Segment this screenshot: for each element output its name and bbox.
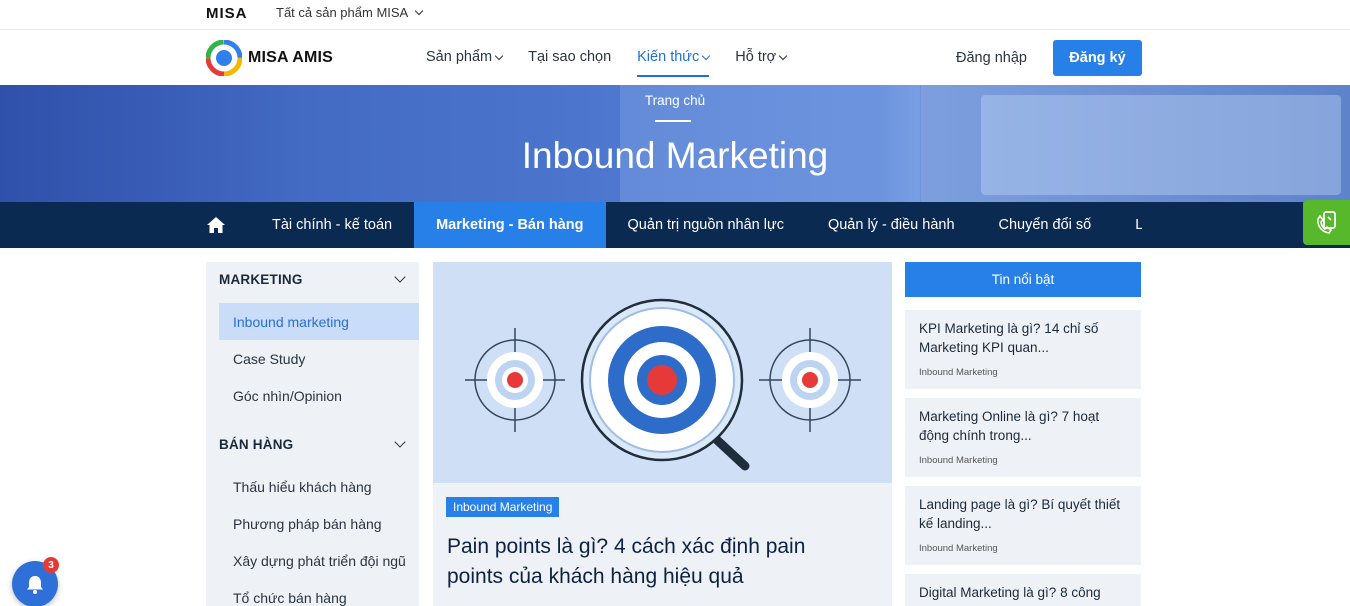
bell-icon — [27, 576, 43, 594]
sidebar-group-marketing[interactable]: MARKETING — [219, 272, 303, 287]
misa-logo[interactable]: MISA — [206, 5, 248, 22]
highlight-tag[interactable]: Inbound Marketing — [919, 455, 998, 466]
nav-label: Tại sao chọn — [528, 49, 612, 65]
highlight-item[interactable]: Landing page là gì? Bí quyết thiết kế la… — [905, 486, 1141, 565]
featured-article-image[interactable] — [433, 262, 892, 483]
page-title: Inbound Marketing — [521, 135, 829, 176]
article-tag[interactable]: Inbound Marketing — [446, 497, 560, 517]
category-tab-finance[interactable]: Tài chính - kế toán — [250, 202, 414, 248]
breadcrumb-home[interactable]: Trang chủ — [0, 93, 1350, 108]
sidebar-item-team-building[interactable]: Xây dựng phát triển đội ngũ — [219, 542, 419, 579]
sidebar-item-case-study[interactable]: Case Study — [219, 340, 419, 377]
misa-logo-text: MISA — [206, 5, 248, 22]
breadcrumb-divider — [655, 120, 691, 122]
nav-item-why-choose[interactable]: Tại sao chọn — [528, 49, 611, 65]
highlight-item[interactable]: KPI Marketing là gì? 14 chỉ số Marketing… — [905, 310, 1141, 389]
sidebar-item-customer-insight[interactable]: Thấu hiểu khách hàng — [219, 468, 419, 505]
highlight-item[interactable]: Marketing Online là gì? 7 hoạt động chín… — [905, 398, 1141, 477]
nav-item-knowledge[interactable]: Kiến thức — [637, 49, 711, 77]
top-bar: MISA Tất cả sản phẩm MISA — [0, 0, 1350, 30]
category-tab-marketing[interactable]: Marketing - Bán hàng — [414, 202, 606, 248]
login-link[interactable]: Đăng nhập — [956, 50, 1027, 66]
highlight-title[interactable]: KPI Marketing là gì? 14 chỉ số Marketing… — [919, 319, 1131, 357]
sidebar-item-opinion[interactable]: Góc nhìn/Opinion — [219, 377, 419, 414]
highlights-header: Tin nổi bật — [905, 262, 1141, 297]
category-tab-more[interactable]: Lịch — [1113, 202, 1142, 248]
phone-contact-button[interactable] — [1303, 200, 1350, 245]
nav-item-support[interactable]: Hỗ trợ — [735, 49, 788, 65]
all-products-label: Tất cả sản phẩm MISA — [276, 5, 409, 20]
brand-name: MISA AMIS — [248, 49, 334, 66]
chevron-down-icon — [414, 6, 424, 16]
highlight-title[interactable]: Marketing Online là gì? 7 hoạt động chín… — [919, 407, 1131, 445]
chevron-down-icon — [494, 51, 504, 60]
nav-label: Sản phẩm — [426, 49, 493, 65]
chevron-down-icon — [702, 51, 711, 60]
chevron-down-icon[interactable] — [394, 271, 406, 283]
category-tabs: Tài chính - kế toán Marketing - Bán hàng… — [250, 202, 1142, 248]
category-sidebar: MARKETING Inbound marketing Case Study G… — [206, 262, 419, 606]
highlight-title[interactable]: Landing page là gì? Bí quyết thiết kế la… — [919, 495, 1131, 533]
main-nav: Sản phẩm Tại sao chọn Kiến thức Hỗ trợ — [426, 49, 788, 77]
highlight-title[interactable]: Digital Marketing là gì? 8 công — [919, 583, 1131, 602]
hero-banner: Trang chủ Inbound Marketing — [0, 85, 1350, 202]
category-tab-digital[interactable]: Chuyển đổi số — [977, 202, 1114, 248]
category-tab-hr[interactable]: Quản trị nguồn nhân lực — [606, 202, 806, 248]
home-icon[interactable] — [206, 215, 226, 235]
all-products-menu[interactable]: Tất cả sản phẩm MISA — [276, 5, 424, 20]
category-tab-management[interactable]: Quản lý - điều hành — [806, 202, 977, 248]
signup-button[interactable]: Đăng ký — [1053, 40, 1142, 76]
highlight-item[interactable]: Digital Marketing là gì? 8 công — [905, 574, 1141, 606]
amis-logo[interactable]: MISA AMIS — [206, 40, 333, 76]
nav-label: Kiến thức — [637, 49, 700, 65]
chevron-down-icon[interactable] — [394, 436, 406, 448]
main-header: MISA AMIS Sản phẩm Tại sao chọn Kiến thứ… — [0, 31, 1350, 85]
highlight-tag[interactable]: Inbound Marketing — [919, 367, 998, 378]
sidebar-item-sales-organization[interactable]: Tổ chức bán hàng — [219, 579, 419, 606]
amis-logo-icon — [206, 40, 242, 76]
sidebar-item-inbound-marketing[interactable]: Inbound marketing — [219, 303, 419, 340]
sidebar-item-sales-method[interactable]: Phương pháp bán hàng — [219, 505, 419, 542]
nav-label: Hỗ trợ — [735, 49, 777, 65]
highlight-tag[interactable]: Inbound Marketing — [919, 543, 998, 554]
phone-icon — [1316, 210, 1336, 234]
sidebar-group-sales[interactable]: BÁN HÀNG — [219, 437, 293, 452]
notification-count-badge: 3 — [43, 557, 59, 573]
category-bar: Tài chính - kế toán Marketing - Bán hàng… — [0, 202, 1350, 248]
nav-item-products[interactable]: Sản phẩm — [426, 49, 504, 65]
featured-article-title[interactable]: Pain points là gì? 4 cách xác định pain … — [447, 532, 867, 592]
featured-article[interactable]: Inbound Marketing Pain points là gì? 4 c… — [433, 262, 892, 606]
chevron-down-icon — [778, 51, 788, 60]
